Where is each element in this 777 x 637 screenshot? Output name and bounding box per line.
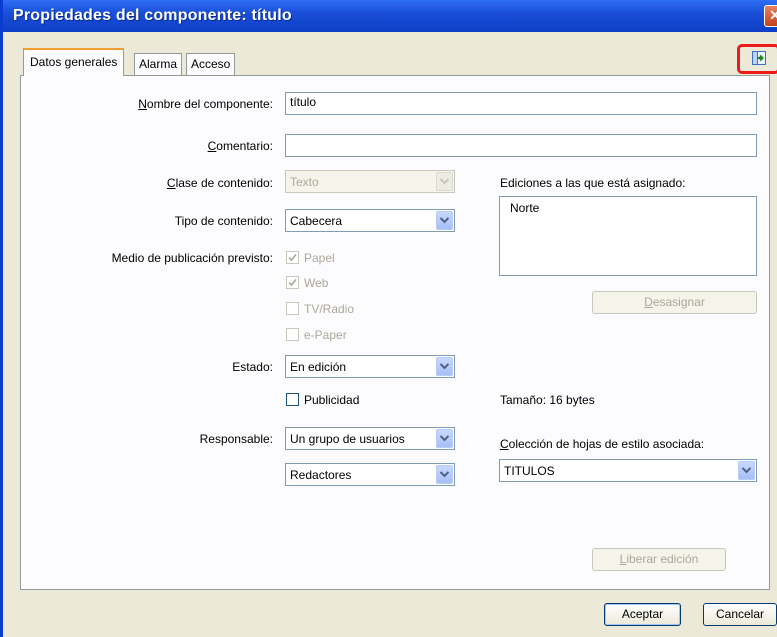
comentario-label: Comentario: (207, 139, 273, 153)
tipo-select[interactable]: Cabecera (285, 209, 455, 232)
web-label: Web (304, 276, 329, 290)
tvradio-label: TV/Radio (304, 302, 355, 316)
close-button[interactable]: ✕ (764, 5, 777, 27)
responsable-type-select[interactable]: Un grupo de usuarios (285, 427, 455, 450)
checkmark-icon (288, 278, 297, 287)
tab-label: Acceso (191, 57, 231, 71)
chevron-down-icon (440, 178, 449, 185)
chevron-down-icon (440, 363, 449, 370)
tab-label: Alarma (139, 57, 178, 71)
estado-select[interactable]: En edición (285, 355, 455, 378)
tamano-text: Tamaño: 16 bytes (500, 393, 595, 407)
desasignar-button: Desasignar (592, 291, 757, 314)
nombre-input[interactable]: título (285, 92, 757, 115)
coleccion-select[interactable]: TITULOS (499, 459, 757, 482)
aceptar-button[interactable]: Aceptar (604, 603, 681, 626)
chevron-down-icon (440, 217, 449, 224)
clase-label: Clase de contenido: (166, 176, 273, 190)
tab-acceso[interactable]: Acceso (186, 53, 236, 75)
ediciones-label: Ediciones a las que está asignado: (500, 176, 686, 190)
epaper-checkbox (286, 328, 299, 341)
tab-label: Datos generales (30, 55, 118, 69)
dialog-window: Propiedades del componente: título ✕ Dat… (0, 0, 777, 637)
cancelar-button[interactable]: Cancelar (703, 603, 777, 626)
estado-label: Estado: (232, 360, 273, 374)
publicidad-label: Publicidad (304, 393, 360, 407)
web-checkbox (286, 276, 299, 289)
ediciones-listbox[interactable]: Norte (499, 196, 757, 276)
epaper-label: e-Paper (304, 328, 347, 342)
close-icon: ✕ (769, 7, 777, 23)
tab-alarma[interactable]: Alarma (134, 53, 183, 75)
list-item[interactable]: Norte (510, 201, 539, 215)
checkmark-icon (288, 253, 297, 262)
papel-checkbox (286, 251, 299, 264)
responsable-label: Responsable: (199, 432, 273, 446)
publicidad-checkbox[interactable] (286, 393, 299, 406)
nombre-label: Nombre del componente: (138, 97, 273, 111)
chevron-down-icon (440, 471, 449, 478)
window-title: Propiedades del componente: título (13, 7, 292, 24)
comentario-input[interactable] (285, 134, 757, 157)
tab-datos-generales[interactable]: Datos generales (23, 48, 125, 76)
responsable-group-select[interactable]: Redactores (285, 463, 455, 486)
papel-label: Papel (304, 251, 335, 265)
tipo-label: Tipo de contenido: (174, 214, 273, 228)
tvradio-checkbox (286, 302, 299, 315)
coleccion-label: Colección de hojas de estilo asociada: (500, 437, 705, 451)
chevron-down-icon (742, 467, 751, 474)
medio-label: Medio de publicación previsto: (111, 251, 273, 265)
clase-select: Texto (285, 170, 455, 193)
highlight-box (737, 44, 777, 74)
title-bar[interactable]: Propiedades del componente: título ✕ (3, 0, 777, 32)
liberar-button: Liberar edición (592, 548, 726, 571)
chevron-down-icon (440, 435, 449, 442)
